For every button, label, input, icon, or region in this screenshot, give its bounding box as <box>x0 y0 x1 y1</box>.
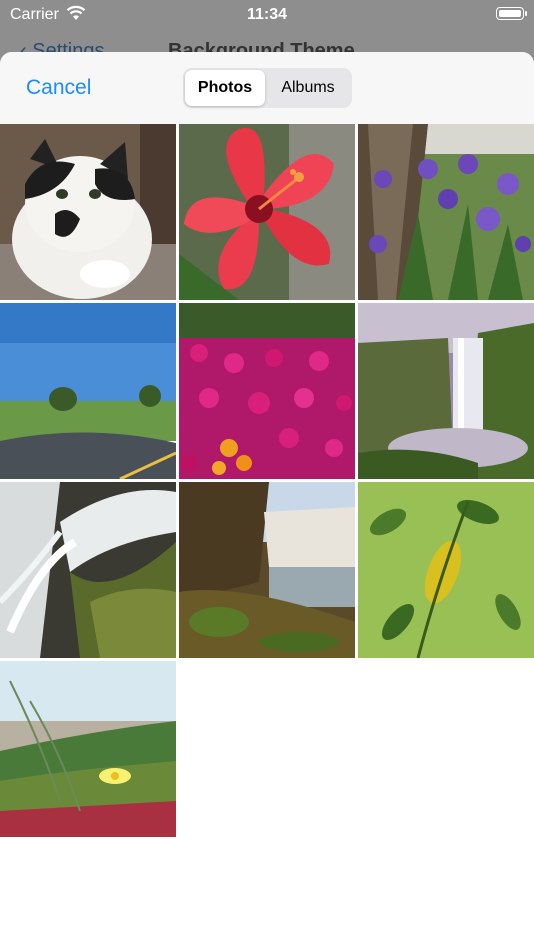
photo-thumbnail-cat[interactable] <box>0 124 176 300</box>
cancel-button[interactable]: Cancel <box>26 76 91 100</box>
photo-thumbnail-leaves[interactable] <box>358 482 534 658</box>
photo-picker-sheet: Cancel Photos Albums <box>0 52 534 950</box>
picker-header: Cancel Photos Albums <box>0 52 534 124</box>
battery-icon <box>496 7 527 20</box>
segment-albums[interactable]: Albums <box>267 70 349 106</box>
photo-thumbnail-hibiscus[interactable] <box>179 124 355 300</box>
photo-thumbnail-dune-flower[interactable] <box>0 661 176 837</box>
photo-thumbnail-road[interactable] <box>0 303 176 479</box>
source-segmented-control: Photos Albums <box>183 68 352 108</box>
photo-thumbnail-flowerbed[interactable] <box>179 303 355 479</box>
photo-thumbnail-waterfall-valley[interactable] <box>358 303 534 479</box>
photo-thumbnail-waterfall-sunrise[interactable] <box>179 482 355 658</box>
segment-photos[interactable]: Photos <box>185 70 265 106</box>
photo-thumbnail-irises[interactable] <box>358 124 534 300</box>
photo-thumbnail-mossy-rocks[interactable] <box>0 482 176 658</box>
status-bar: Carrier 11:34 <box>0 0 534 30</box>
clock: 11:34 <box>246 6 288 23</box>
